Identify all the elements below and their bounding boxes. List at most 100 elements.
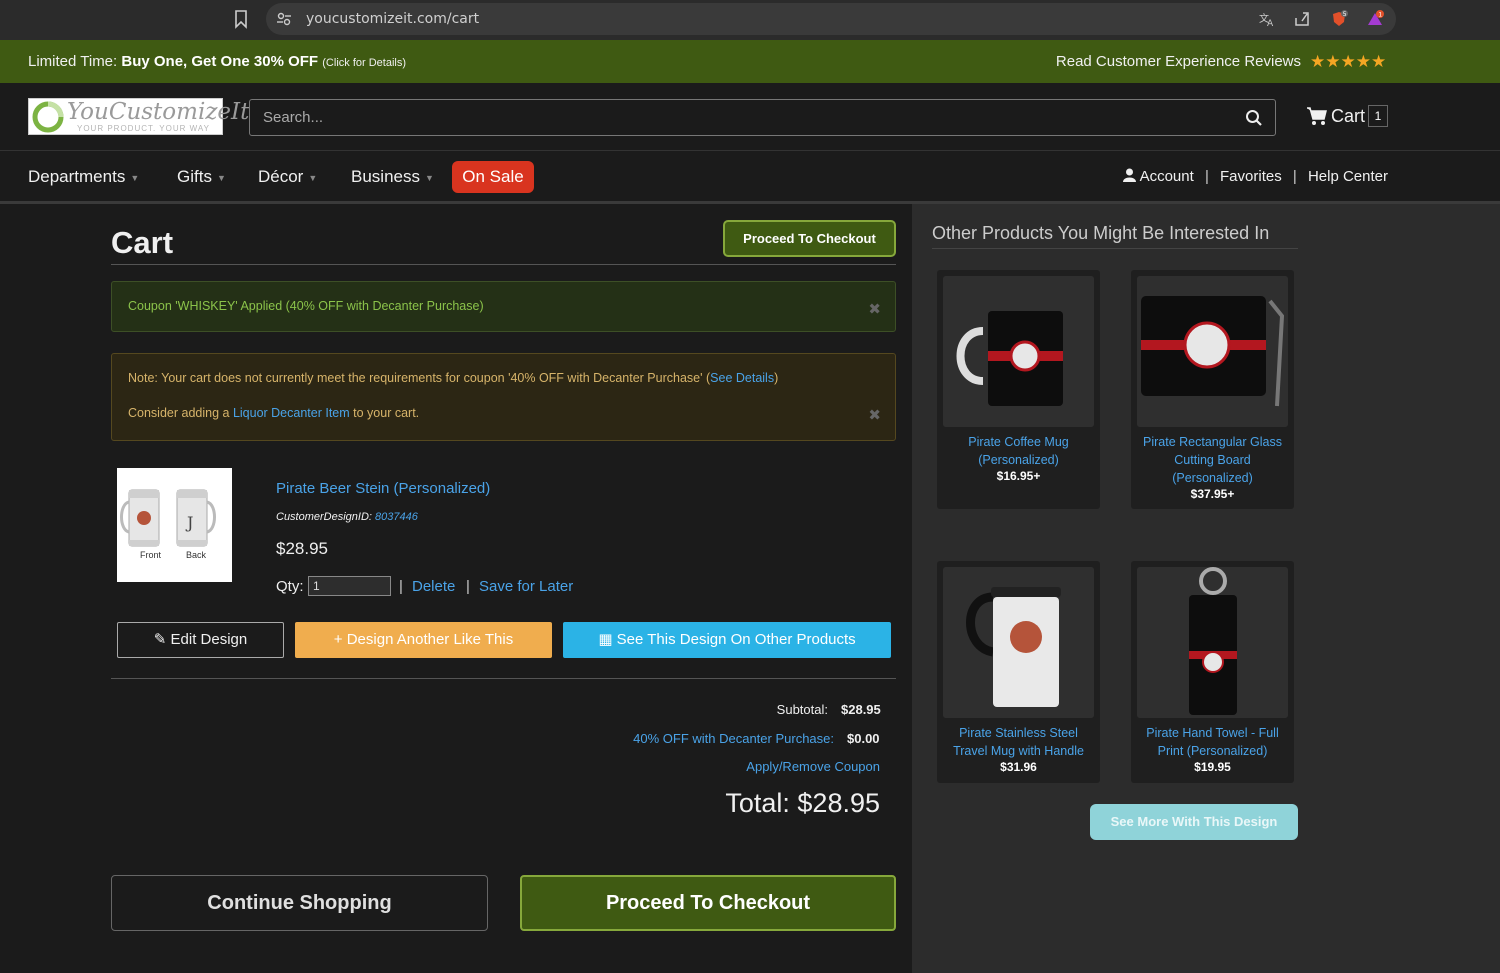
product-card[interactable]: Pirate Rectangular Glass Cutting Board (… (1131, 270, 1294, 509)
nav-decor[interactable]: Décor ▼ (258, 167, 317, 187)
cart-label: Cart (1331, 106, 1366, 126)
site-settings-icon[interactable] (276, 11, 292, 27)
coupon-note-end: ) (774, 371, 779, 385)
logo-swirl-icon (32, 101, 64, 133)
product-price: $19.95 (1194, 760, 1231, 774)
favorites-link[interactable]: Favorites (1220, 168, 1282, 185)
coupon-note: Note: Your cart does not currently meet … (128, 371, 778, 385)
travel-mug-image (943, 567, 1094, 718)
coupon-applied-alert: Coupon 'WHISKEY' Applied (40% OFF with D… (111, 281, 896, 332)
caret-down-icon: ▼ (424, 172, 434, 183)
nav-departments-label: Departments (28, 167, 126, 186)
nav-on-sale[interactable]: On Sale (452, 161, 534, 193)
rewards-badge: 1 (1378, 11, 1382, 18)
nav-business[interactable]: Business ▼ (351, 167, 434, 187)
cart-item-name-link[interactable]: Pirate Beer Stein (Personalized) (276, 480, 490, 497)
coffee-mug-image (943, 276, 1094, 427)
svg-text:J: J (185, 513, 193, 532)
account-label: Account (1139, 168, 1194, 185)
help-center-link[interactable]: Help Center (1308, 168, 1388, 185)
search-input[interactable] (250, 100, 1230, 135)
promo-prefix: Limited Time: (28, 53, 118, 70)
discount-label-link[interactable]: 40% OFF with Decanter Purchase: (633, 731, 834, 746)
nav-gifts[interactable]: Gifts ▼ (177, 167, 226, 187)
see-more-with-design-button[interactable]: See More With This Design (1090, 804, 1298, 840)
cart-item-image[interactable]: J Front Back (117, 468, 232, 582)
search-icon[interactable] (1245, 109, 1263, 127)
product-price: $31.96 (1000, 760, 1037, 774)
coupon-applied-text: Coupon 'WHISKEY' Applied (40% OFF with D… (128, 299, 484, 313)
brave-shield-icon[interactable]: 5 (1330, 10, 1348, 28)
continue-shopping-button[interactable]: Continue Shopping (111, 875, 488, 931)
see-details-link[interactable]: See Details (710, 371, 774, 385)
product-card[interactable]: Pirate Hand Towel - Full Print (Personal… (1131, 561, 1294, 783)
edit-design-button[interactable]: ✎ Edit Design (117, 622, 284, 658)
close-icon[interactable]: ✖ (868, 300, 881, 318)
see-on-other-products-button[interactable]: ▦ See This Design On Other Products (563, 622, 891, 658)
design-another-button[interactable]: + Design Another Like This (295, 622, 552, 658)
site-logo[interactable]: YouCustomizeIt YOUR PRODUCT. YOUR WAY (28, 98, 249, 135)
see-other-label: See This Design On Other Products (616, 631, 856, 648)
caret-down-icon: ▼ (308, 172, 318, 183)
divider (111, 678, 896, 679)
nav-business-label: Business (351, 167, 420, 186)
search-box (249, 99, 1276, 136)
divider (932, 248, 1298, 249)
cart-item-price: $28.95 (276, 539, 328, 558)
nav-decor-label: Décor (258, 167, 304, 186)
brave-rewards-icon[interactable]: 1 (1366, 10, 1384, 28)
promo-offer-text: Buy One, Get One 30% OFF (121, 53, 319, 70)
reviews-link[interactable]: Read Customer Experience Reviews (1056, 53, 1301, 70)
edit-design-label: Edit Design (170, 631, 248, 648)
account-links: Account | Favorites | Help Center (1123, 168, 1388, 185)
separator: | (466, 578, 470, 595)
cutting-board-image (1137, 276, 1288, 427)
proceed-to-checkout-top-button[interactable]: Proceed To Checkout (723, 220, 896, 257)
product-title[interactable]: Pirate Coffee Mug (Personalized) (941, 433, 1096, 469)
liquor-decanter-link[interactable]: Liquor Decanter Item (233, 406, 350, 420)
page-title: Cart (111, 225, 174, 260)
qty-label: Qty: (276, 578, 304, 595)
nav-departments[interactable]: Departments ▼ (28, 167, 139, 187)
back-label: Back (186, 550, 207, 560)
shield-badge: 5 (1343, 11, 1347, 18)
product-image (943, 276, 1094, 427)
share-icon[interactable] (1293, 10, 1311, 28)
promo-bar: Limited Time: Buy One, Get One 30% OFF (… (0, 40, 1500, 83)
address-bar[interactable]: youcustomizeit.com/cart 文A 5 1 (266, 3, 1396, 35)
design-id-link[interactable]: 8037446 (375, 511, 418, 523)
delete-link[interactable]: Delete (412, 578, 455, 595)
product-title[interactable]: Pirate Rectangular Glass Cutting Board (… (1135, 433, 1290, 487)
order-total: Total: $28.95 (725, 788, 880, 818)
logo-wordmark: YouCustomizeIt (67, 99, 250, 125)
user-icon (1123, 168, 1137, 182)
divider (111, 264, 896, 265)
beer-stein-image: J (120, 489, 216, 547)
product-title[interactable]: Pirate Hand Towel - Full Print (Personal… (1135, 724, 1290, 760)
apply-remove-coupon-link[interactable]: Apply/Remove Coupon (746, 759, 880, 774)
account-link[interactable]: Account (1123, 168, 1194, 185)
caret-down-icon: ▼ (216, 172, 226, 183)
proceed-to-checkout-button[interactable]: Proceed To Checkout (520, 875, 896, 931)
product-card[interactable]: Pirate Stainless Steel Travel Mug with H… (937, 561, 1100, 783)
promo-note: (Click for Details) (322, 57, 406, 69)
nav-gifts-label: Gifts (177, 167, 212, 186)
translate-icon[interactable]: 文A (1258, 10, 1276, 28)
product-image (1137, 567, 1288, 718)
promo-offer[interactable]: Limited Time: Buy One, Get One 30% OFF (… (28, 53, 406, 70)
quantity-input[interactable] (308, 576, 391, 596)
design-id-label: CustomerDesignID: (276, 511, 376, 523)
bookmark-icon[interactable] (233, 9, 249, 29)
product-title[interactable]: Pirate Stainless Steel Travel Mug with H… (941, 724, 1096, 760)
product-card[interactable]: Pirate Coffee Mug (Personalized) $16.95+ (937, 270, 1100, 509)
close-icon[interactable]: ✖ (868, 406, 881, 424)
coupon-note-text: Note: Your cart does not currently meet … (128, 371, 711, 385)
rating-stars-icon[interactable]: ★★★★★ (1310, 52, 1386, 72)
site-header: YouCustomizeIt YOUR PRODUCT. YOUR WAY Ca… (0, 83, 1500, 151)
product-price: $37.95+ (1190, 487, 1235, 501)
product-image (943, 567, 1094, 718)
plus-icon: + (333, 631, 343, 648)
product-image (1137, 276, 1288, 427)
save-for-later-link[interactable]: Save for Later (479, 578, 573, 595)
grid-icon: ▦ (598, 631, 613, 648)
